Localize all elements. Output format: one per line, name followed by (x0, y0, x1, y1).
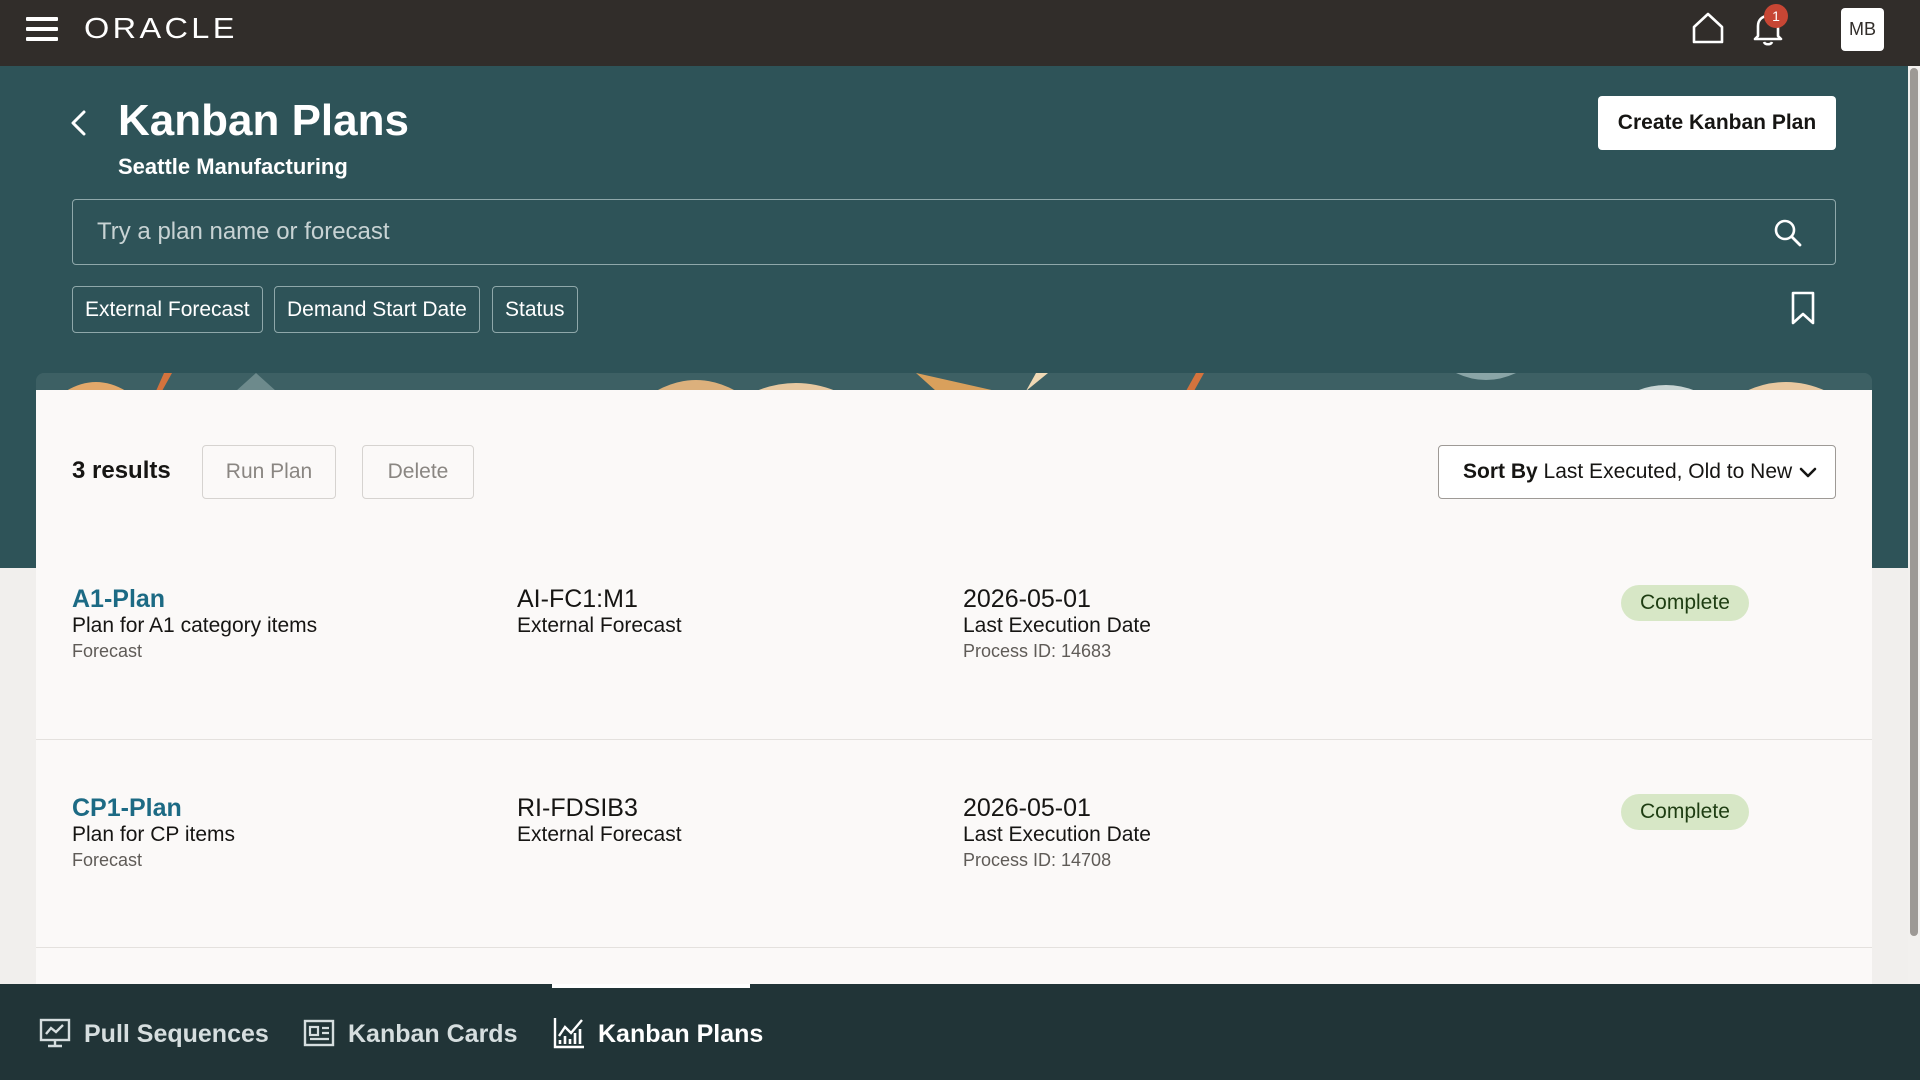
chevron-down-icon (1799, 467, 1817, 478)
page-title: Kanban Plans (118, 96, 409, 145)
execution-date-label: Last Execution Date (963, 823, 1151, 846)
plan-description: Plan for A1 category items (72, 614, 318, 637)
bookmark-icon[interactable] (1788, 290, 1818, 326)
table-row: CP1-Plan Plan for CP items Forecast RI-F… (36, 754, 1872, 962)
notification-badge: 1 (1764, 4, 1788, 28)
home-icon[interactable] (1690, 10, 1726, 46)
plan-name-link[interactable]: A1-Plan (72, 585, 165, 614)
scrollbar[interactable] (1908, 66, 1920, 984)
table-row: A1-Plan Plan for A1 category items Forec… (36, 545, 1872, 753)
delete-button[interactable]: Delete (362, 445, 474, 499)
process-id: Process ID: 14683 (963, 641, 1112, 661)
nav-label: Kanban Cards (348, 1020, 518, 1048)
status-badge: Complete (1621, 794, 1749, 830)
execution-date-label: Last Execution Date (963, 614, 1151, 637)
back-arrow-icon[interactable] (64, 106, 94, 140)
search-box (72, 199, 1836, 265)
scrollbar-thumb[interactable] (1910, 68, 1918, 936)
create-kanban-plan-button[interactable]: Create Kanban Plan (1598, 96, 1836, 150)
search-icon[interactable] (1771, 216, 1805, 250)
plan-type: Forecast (72, 641, 143, 661)
process-id: Process ID: 14708 (963, 850, 1112, 870)
top-bar: ORACLE 1 MB (0, 0, 1920, 66)
monitor-chart-icon (39, 1018, 71, 1048)
results-count: 3 results (72, 457, 171, 484)
bottom-navigation (0, 984, 1920, 1080)
run-plan-button[interactable]: Run Plan (202, 445, 336, 499)
plan-description: Plan for CP items (72, 823, 236, 846)
active-tab-indicator (552, 984, 750, 988)
sort-value: Last Executed, Old to New (1543, 460, 1793, 483)
menu-icon[interactable] (26, 17, 58, 41)
status-badge: Complete (1621, 585, 1749, 621)
row-divider (36, 947, 1872, 948)
nav-label: Pull Sequences (84, 1020, 269, 1048)
card-icon (303, 1019, 335, 1047)
row-divider (36, 739, 1872, 740)
forecast-label: External Forecast (517, 614, 682, 637)
sort-prefix: Sort By (1463, 460, 1538, 483)
page-subtitle: Seattle Manufacturing (118, 154, 348, 179)
forecast-value: AI-FC1:M1 (517, 585, 638, 613)
plan-type: Forecast (72, 850, 143, 870)
filter-demand-start-date[interactable]: Demand Start Date (274, 286, 480, 333)
search-input[interactable] (97, 200, 1757, 264)
user-avatar[interactable]: MB (1841, 8, 1884, 51)
forecast-label: External Forecast (517, 823, 682, 846)
bar-chart-icon (553, 1018, 584, 1049)
filter-status[interactable]: Status (492, 286, 578, 333)
decorative-banner (36, 373, 1872, 391)
forecast-value: RI-FDSIB3 (517, 794, 638, 822)
execution-date: 2026-05-01 (963, 794, 1091, 822)
oracle-logo: ORACLE (84, 13, 238, 45)
plan-name-link[interactable]: CP1-Plan (72, 794, 182, 823)
nav-label: Kanban Plans (598, 1020, 764, 1048)
sort-dropdown[interactable]: Sort By Last Executed, Old to New (1438, 445, 1836, 499)
filter-external-forecast[interactable]: External Forecast (72, 286, 263, 333)
execution-date: 2026-05-01 (963, 585, 1091, 613)
